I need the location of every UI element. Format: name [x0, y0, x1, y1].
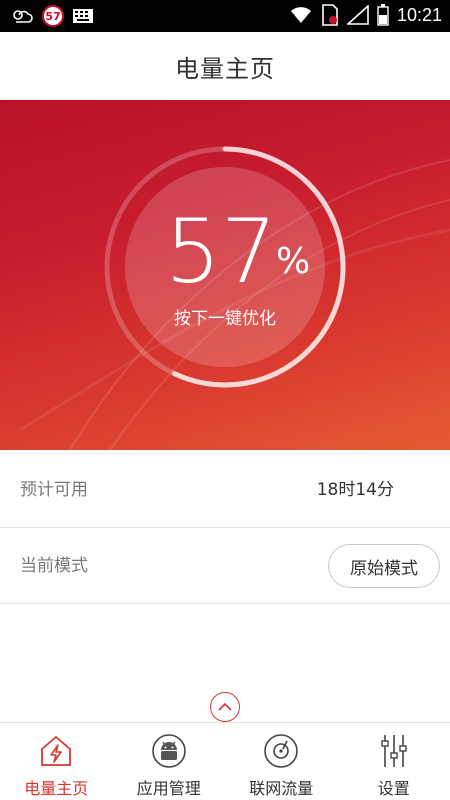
tab-network-traffic[interactable]: 联网流量 [225, 723, 338, 800]
tab-label: 电量主页 [24, 779, 89, 798]
wifi-icon [290, 7, 311, 23]
mode-row: 当前模式 原始模式 [0, 528, 450, 604]
tab-settings[interactable]: 设置 [338, 723, 450, 800]
battery-icon [377, 4, 389, 26]
chevron-up-icon [218, 702, 232, 711]
signal-icon [346, 5, 369, 25]
notification-badge: 57 [42, 5, 64, 27]
percent-sign: % [276, 241, 311, 282]
weather-icon [13, 10, 33, 23]
status-bar: 57 10:21 [0, 0, 450, 32]
tab-battery-home[interactable]: 电量主页 [0, 723, 113, 800]
mode-button[interactable]: 原始模式 [328, 544, 440, 588]
home-battery-icon [41, 735, 72, 766]
estimate-value: 18时14分 [316, 480, 394, 500]
estimate-label: 预计可用 [20, 480, 88, 500]
tab-label: 设置 [377, 779, 410, 798]
android-app-icon [151, 734, 186, 768]
optimize-hint: 按下一键优化 [174, 309, 276, 329]
app-header: 电量主页 [0, 32, 450, 100]
clock: 10:21 [396, 4, 442, 25]
bottom-tab-bar: 电量主页 应用管理 联网流量 设置 [0, 722, 450, 800]
tab-app-management[interactable]: 应用管理 [113, 723, 226, 800]
tab-label: 应用管理 [136, 779, 201, 798]
mode-label: 当前模式 [20, 556, 88, 576]
traffic-disc-icon [264, 734, 299, 768]
tab-label: 联网流量 [249, 779, 314, 798]
keyboard-icon [73, 9, 93, 23]
page-title: 电量主页 [175, 54, 275, 83]
settings-sliders-icon [381, 735, 407, 767]
battery-percent: 57 [165, 200, 277, 303]
sim-card-icon [322, 4, 338, 26]
estimate-row: 预计可用 18时14分 [0, 452, 450, 528]
expand-button[interactable] [210, 692, 240, 722]
